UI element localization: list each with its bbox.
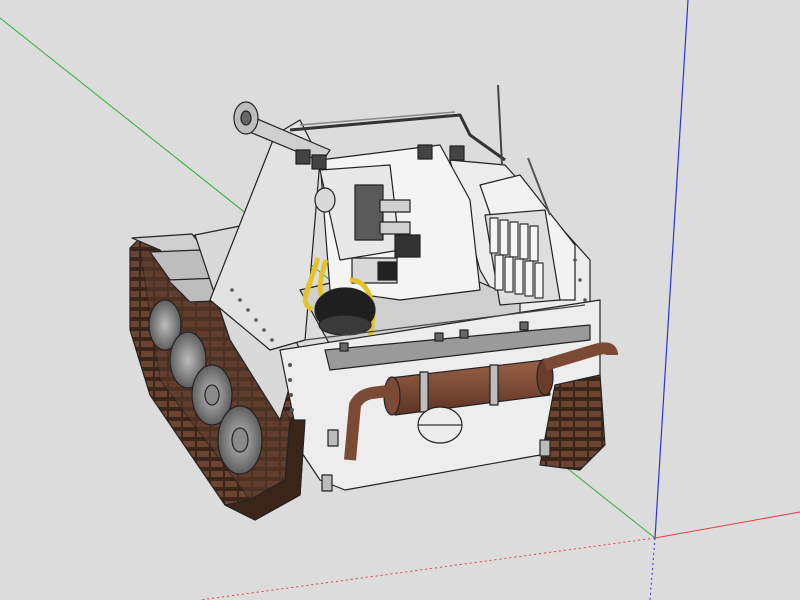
sketchup-viewport[interactable]	[0, 0, 800, 600]
red-axis-dotted	[199, 537, 656, 600]
tank-model[interactable]	[129, 84, 618, 521]
antenna	[497, 84, 503, 166]
blue-axis-dotted	[649, 537, 656, 600]
blue-axis	[654, 0, 689, 539]
red-axis	[654, 511, 800, 539]
model-canvas[interactable]	[0, 0, 800, 600]
